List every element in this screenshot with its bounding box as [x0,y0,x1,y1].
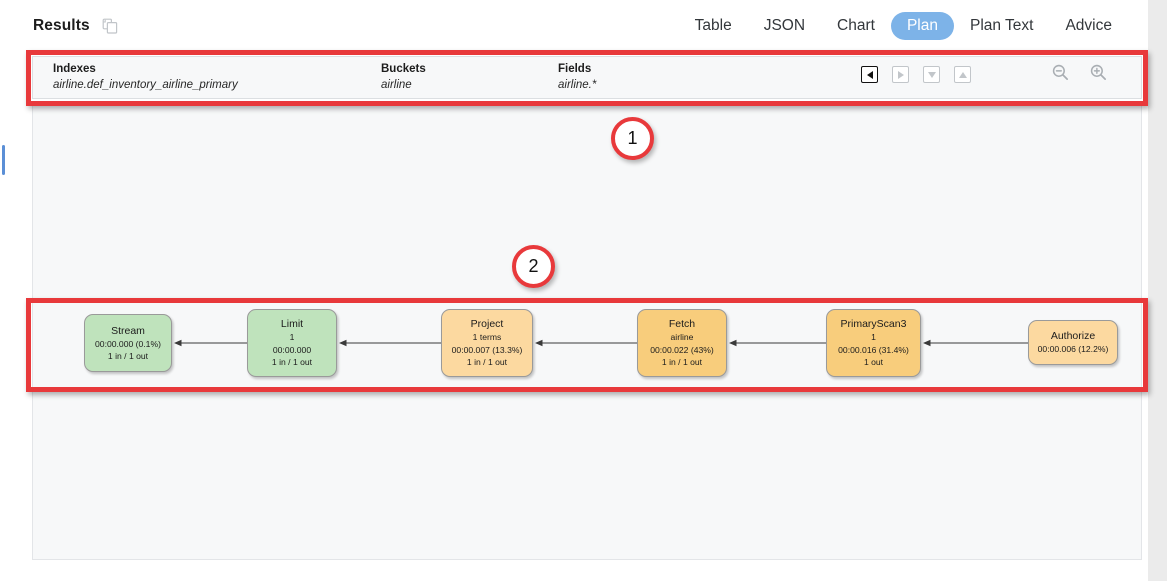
plan-node-title: Limit [280,318,304,331]
tab-plan-text[interactable]: Plan Text [954,12,1049,40]
plan-node-detail: 1 terms [472,332,502,343]
plan-node-detail: 1 [871,332,876,343]
plan-node-primaryscan3[interactable]: PrimaryScan3 1 00:00.016 (31.4%) 1 out [826,309,921,377]
results-topbar: Results Table JSON Chart Plan Plan Text … [0,0,1148,47]
plan-node-detail: 00:00.006 (12.2%) [1037,344,1109,355]
right-gutter [1148,0,1167,581]
tab-chart[interactable]: Chart [821,12,891,40]
plan-node-detail: 1 in / 1 out [271,357,313,368]
plan-node-detail: 1 in / 1 out [661,357,703,368]
view-tabs: Table JSON Chart Plan Plan Text Advice [679,12,1128,40]
triangle-up-icon [958,71,967,78]
copy-icon[interactable] [102,18,118,34]
plan-nav-buttons [861,66,971,83]
step-right-button[interactable] [892,66,909,83]
tab-table[interactable]: Table [679,12,748,40]
tab-advice[interactable]: Advice [1049,12,1128,40]
plan-node-stream[interactable]: Stream 00:00.000 (0.1%) 1 in / 1 out [84,314,172,372]
plan-node-detail: 00:00.000 (0.1%) [95,338,161,349]
plan-node-authorize[interactable]: Authorize 00:00.006 (12.2%) [1028,320,1118,365]
results-plan-view: Results Table JSON Chart Plan Plan Text … [0,0,1167,581]
plan-node-detail: 00:00.022 (43%) [650,344,714,355]
results-panel: Results Table JSON Chart Plan Plan Text … [0,0,1148,581]
info-label-indexes: Indexes [53,63,96,75]
plan-node-detail: 1 in / 1 out [107,351,149,361]
triangle-left-icon [866,70,873,79]
info-value-buckets: airline [381,79,412,91]
plan-node-detail: 00:00.007 (13.3%) [451,344,523,355]
plan-node-title: PrimaryScan3 [840,318,907,331]
info-column-indexes: Indexes airline.def_inventory_airline_pr… [53,62,238,93]
info-label-fields: Fields [558,63,592,75]
plan-node-detail: 00:00.016 (31.4%) [838,344,909,355]
info-column-buckets: Buckets airline [381,62,426,93]
plan-node-title: Authorize [1050,330,1096,343]
tab-json[interactable]: JSON [748,12,821,40]
results-heading-group: Results [33,17,118,35]
plan-node-detail: 00:00.000 [272,344,312,355]
plan-graph-edges [173,339,1028,347]
triangle-right-icon [897,70,904,79]
step-up-button[interactable] [954,66,971,83]
page-title: Results [33,17,90,34]
plan-node-detail: airline [670,332,694,343]
plan-node-fetch[interactable]: Fetch airline 00:00.022 (43%) 1 in / 1 out [637,309,727,377]
plan-node-detail: 1 out [863,357,884,368]
plan-node-detail: 1 [289,332,295,343]
zoom-in-button[interactable] [1089,63,1108,82]
plan-node-title: Fetch [668,318,696,331]
info-value-indexes: airline.def_inventory_airline_primary [53,79,238,91]
query-info-strip: Indexes airline.def_inventory_airline_pr… [32,56,1142,99]
plan-graph: Stream 00:00.000 (0.1%) 1 in / 1 out Limit 1… [33,106,1143,561]
plan-node-project[interactable]: Project 1 terms 00:00.007 (13.3%) 1 in / 1 … [441,309,533,377]
plan-node-limit[interactable]: Limit 1 00:00.000 1 in / 1 out [247,309,337,377]
left-edge-scroll-indicator[interactable] [2,145,5,175]
plan-graph-canvas[interactable]: Stream 00:00.000 (0.1%) 1 in / 1 out Limit 1… [32,105,1142,560]
info-label-buckets: Buckets [381,63,426,75]
plan-node-detail: 1 in / 1 out [466,357,508,368]
info-column-fields: Fields airline.* [558,62,596,93]
plan-zoom-buttons [1051,63,1108,82]
tab-plan[interactable]: Plan [890,12,954,40]
zoom-out-button[interactable] [1051,63,1070,82]
info-value-fields: airline.* [558,79,597,91]
step-left-button[interactable] [861,66,878,83]
plan-node-title: Project [470,318,504,331]
plan-node-title: Stream [111,324,145,337]
step-down-button[interactable] [923,66,940,83]
triangle-down-icon [927,71,936,78]
